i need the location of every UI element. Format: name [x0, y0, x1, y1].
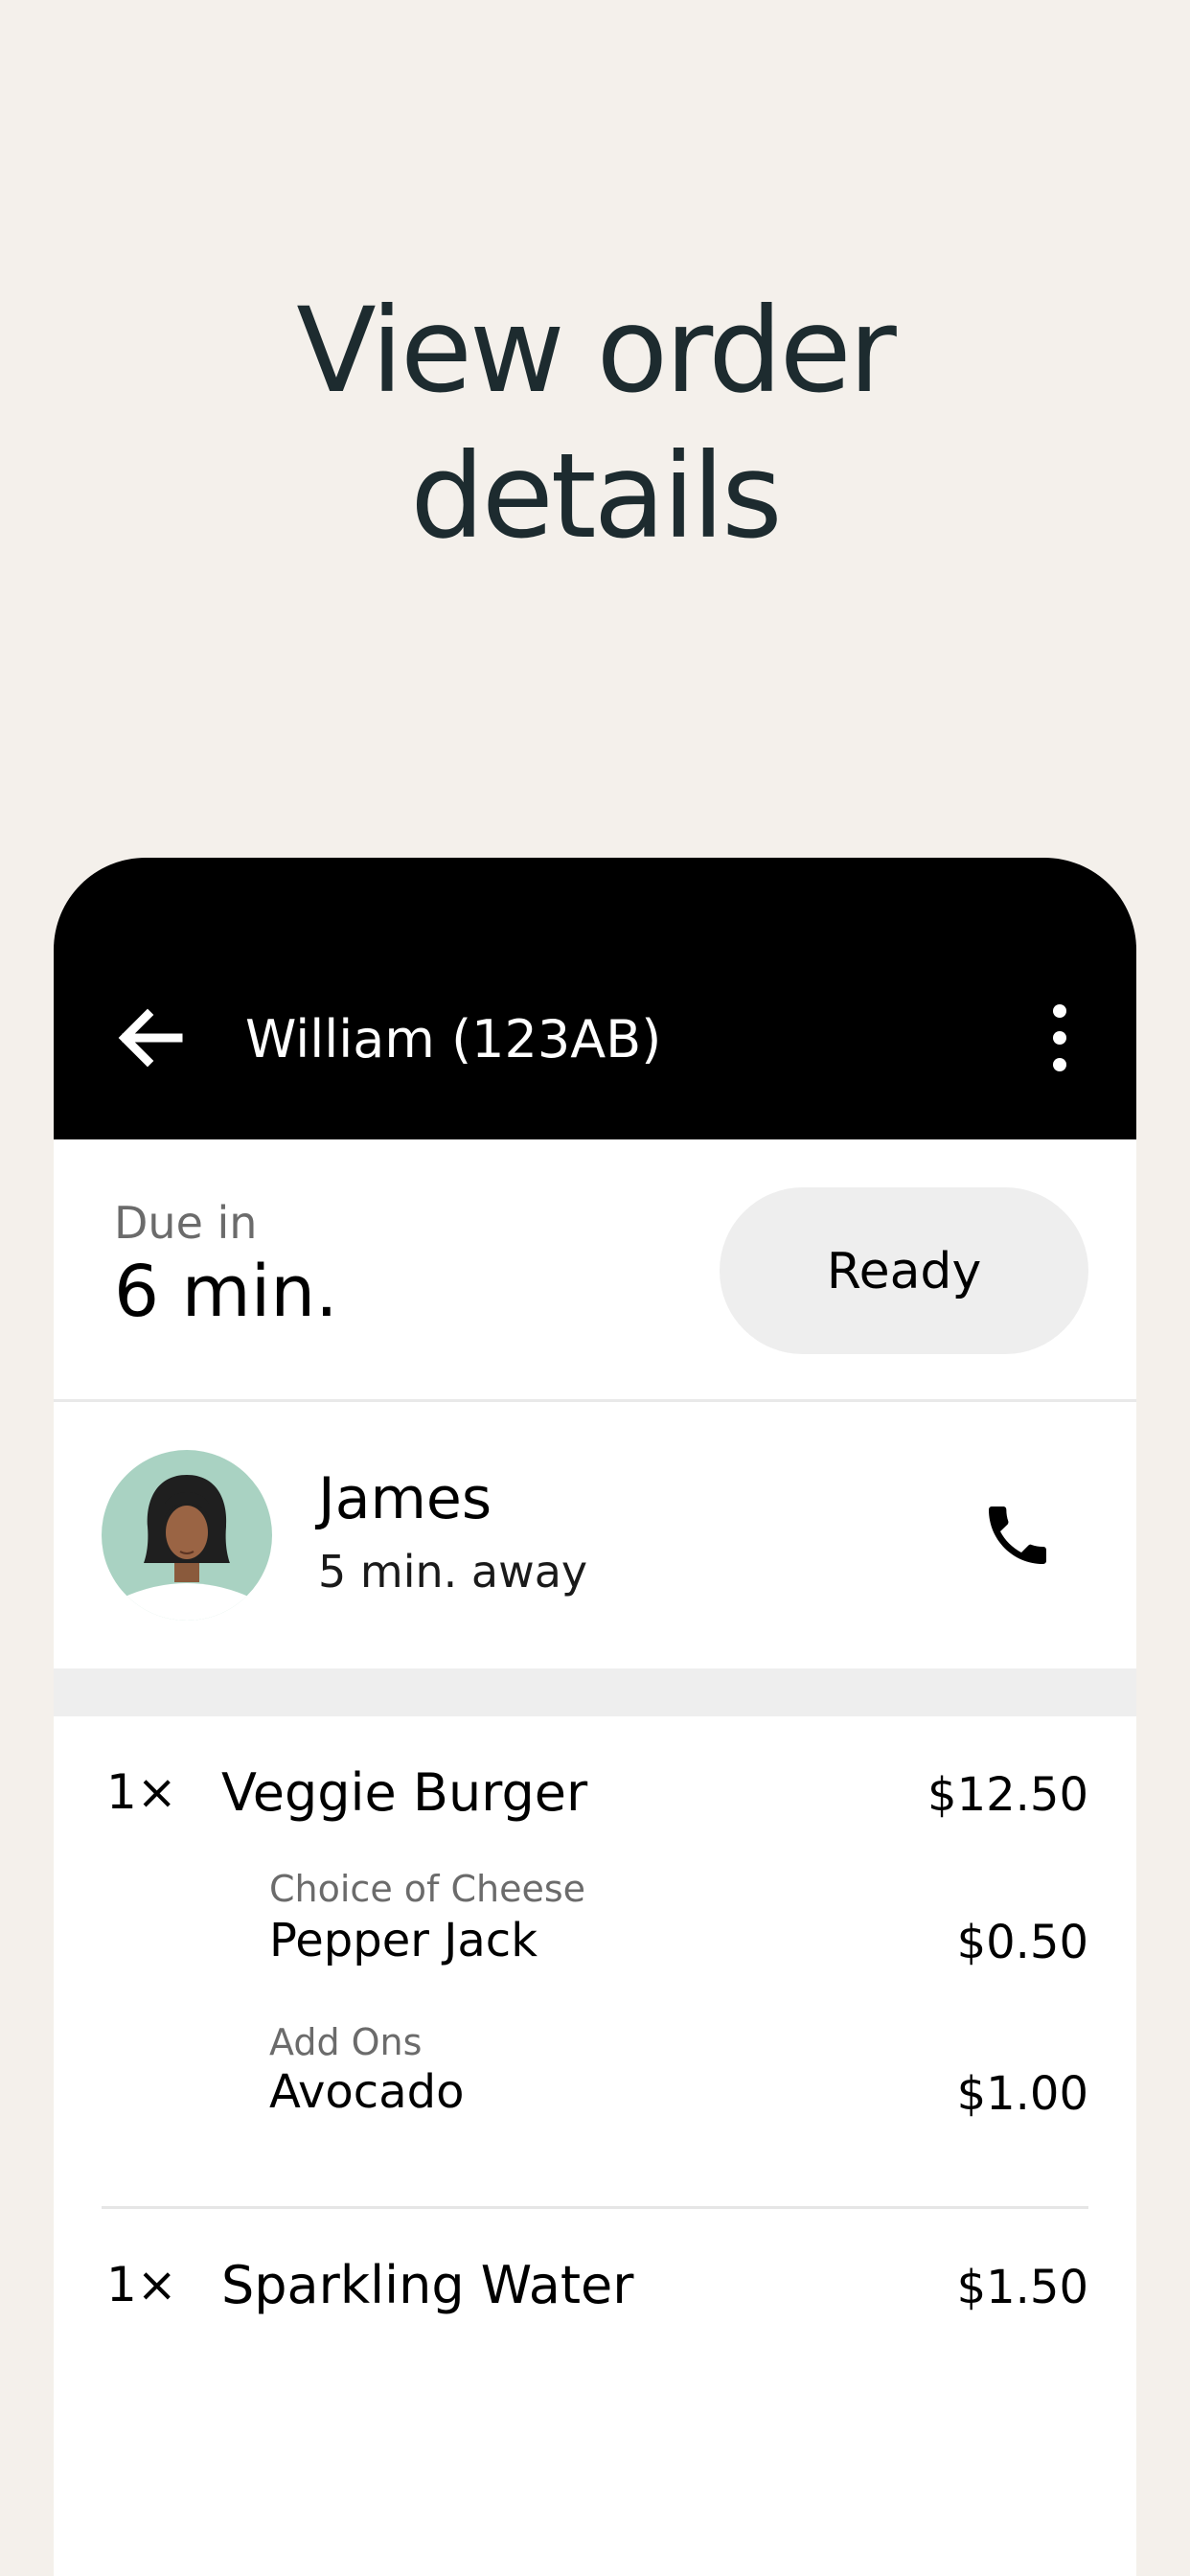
phone-icon	[989, 1506, 1046, 1564]
courier-name: James	[318, 1465, 492, 1532]
page-headline: View order details	[0, 278, 1190, 569]
courier-card: James 5 min. away	[54, 1402, 1136, 1668]
top-app-bar: William (123AB)	[54, 858, 1136, 1139]
courier-avatar	[102, 1450, 272, 1621]
item-divider	[102, 2206, 1088, 2209]
modifier-price: $1.00	[956, 2067, 1088, 2121]
item-name: Veggie Burger	[221, 1762, 588, 1823]
item-quantity: 1×	[106, 1764, 177, 1820]
modifier-group-label: Choice of Cheese	[269, 1868, 586, 1910]
more-vertical-icon	[1053, 1004, 1066, 1071]
courier-eta: 5 min. away	[318, 1546, 588, 1598]
order-title: William (123AB)	[245, 1009, 662, 1070]
modifier-value: Avocado	[269, 2065, 465, 2119]
item-price: $12.50	[927, 1768, 1088, 1822]
arrow-left-icon	[118, 1008, 183, 1068]
back-button[interactable]	[111, 1000, 188, 1076]
call-courier-button[interactable]	[979, 1497, 1056, 1574]
order-details-screen: William (123AB) Due in 6 min. Ready Jame…	[54, 858, 1136, 2576]
ready-button[interactable]: Ready	[720, 1187, 1088, 1354]
section-separator	[54, 1668, 1136, 1716]
item-price: $1.50	[956, 2261, 1088, 2314]
due-time: 6 min.	[114, 1251, 338, 1333]
headline-line-2: details	[410, 428, 782, 564]
modifier-group-label: Add Ons	[269, 2021, 423, 2063]
item-name: Sparkling Water	[221, 2255, 634, 2315]
modifier-value: Pepper Jack	[269, 1914, 538, 1967]
more-options-button[interactable]	[1041, 1000, 1079, 1076]
due-section: Due in 6 min. Ready	[54, 1139, 1136, 1402]
modifier-price: $0.50	[956, 1916, 1088, 1969]
headline-line-1: View order	[296, 283, 897, 419]
item-quantity: 1×	[106, 2257, 177, 2312]
due-label: Due in	[114, 1197, 258, 1249]
